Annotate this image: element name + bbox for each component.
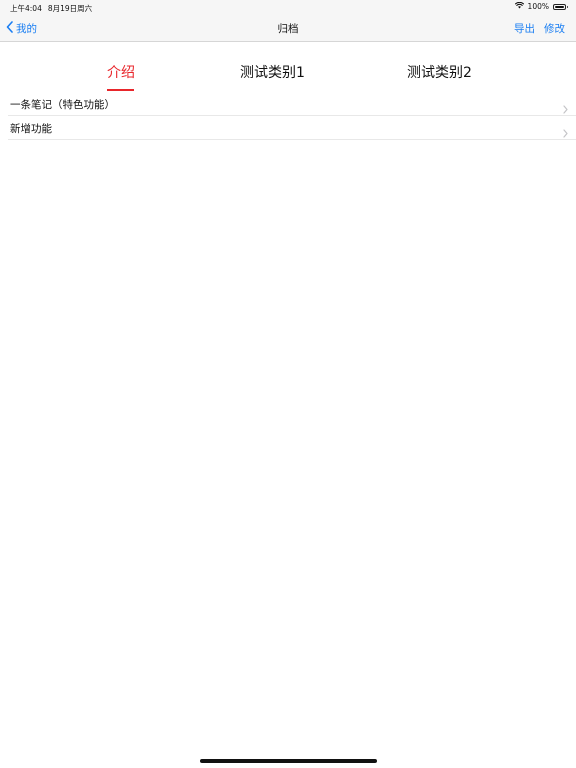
list-item[interactable]: 新增功能	[8, 116, 576, 140]
battery-level-fill	[555, 5, 564, 8]
status-indicators: 100%	[514, 1, 568, 11]
chevron-right-icon	[563, 123, 568, 142]
tab-test-category-2[interactable]: 测试类别2	[407, 62, 472, 82]
edit-button[interactable]: 修改	[544, 21, 565, 36]
status-date: 8月19日周六	[47, 4, 93, 13]
home-indicator[interactable]	[200, 759, 377, 763]
list-item-label: 一条笔记（特色功能）	[10, 99, 115, 111]
tab-test-category-1[interactable]: 测试类别1	[240, 62, 305, 82]
wifi-icon	[514, 1, 524, 11]
export-button[interactable]: 导出	[514, 21, 535, 36]
page-title: 归档	[277, 23, 299, 35]
nav-actions: 导出 修改	[514, 21, 565, 36]
note-list: 一条笔记（特色功能） 新增功能	[8, 92, 576, 140]
list-item-label: 新增功能	[10, 123, 52, 135]
battery-percent: 100%	[527, 2, 549, 11]
list-item[interactable]: 一条笔记（特色功能）	[8, 92, 576, 116]
category-tabs: 介绍 测试类别1 测试类别2	[0, 42, 576, 92]
navigation-bar: 我的 归档 导出 修改	[0, 14, 576, 42]
battery-icon	[553, 3, 568, 10]
active-tab-indicator	[107, 89, 134, 91]
status-time: 上午4:04	[10, 4, 42, 13]
status-time-date: 上午4:04 8月19日周六	[10, 3, 92, 14]
tab-intro[interactable]: 介绍	[107, 62, 135, 82]
status-bar: 上午4:04 8月19日周六 100%	[0, 0, 576, 14]
